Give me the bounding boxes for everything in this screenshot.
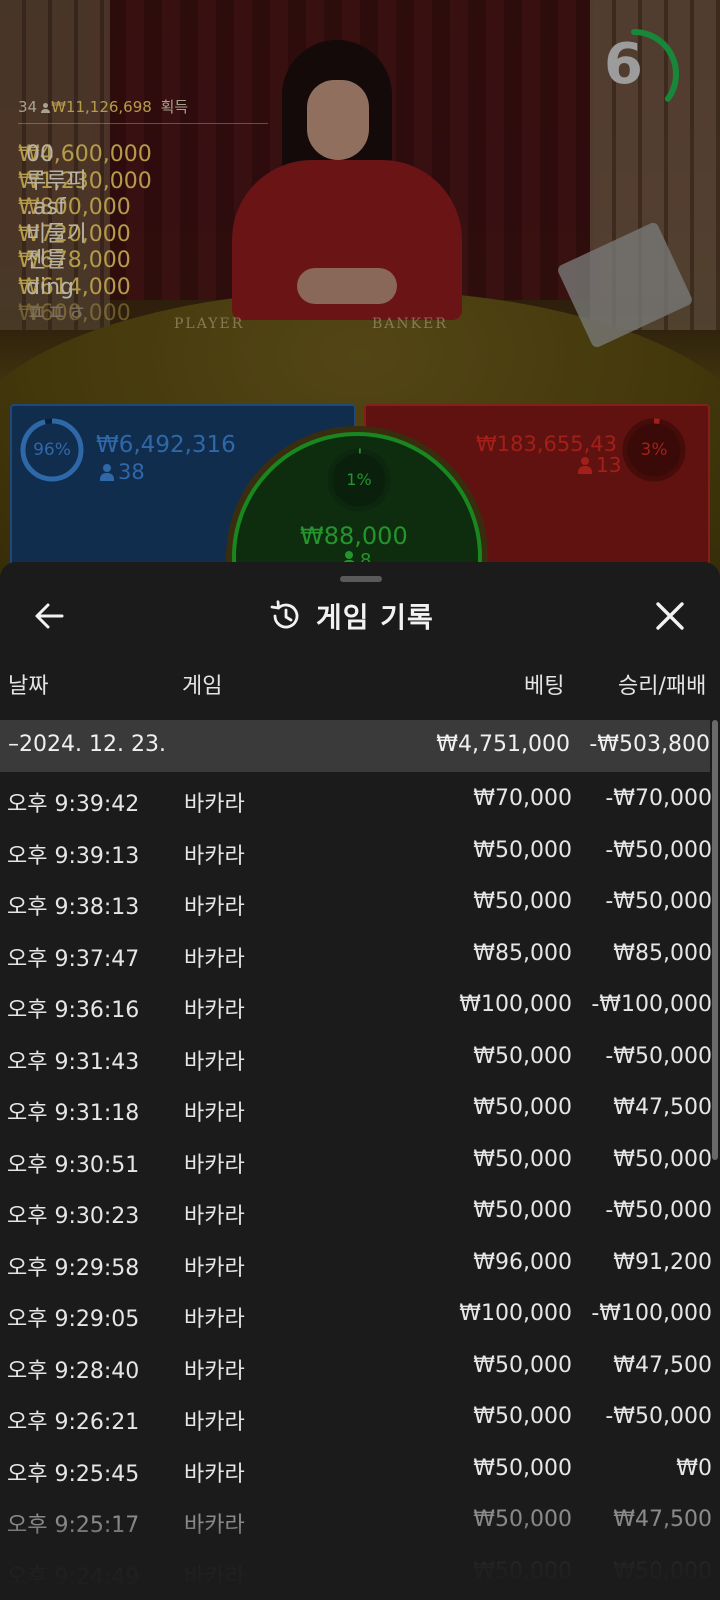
row-game: 바카라: [184, 792, 245, 817]
scrollbar[interactable]: [712, 720, 718, 1160]
row-result: ₩50,000: [613, 1146, 712, 1172]
arrow-left-icon: [35, 603, 64, 629]
group-total-bet: ₩4,751,000: [436, 732, 570, 757]
column-result: 승리/패배: [618, 674, 707, 699]
history-row[interactable]: 오후 9:31:18 바카라 ₩50,000 ₩47,500: [0, 1081, 712, 1133]
background-dim-overlay[interactable]: [0, 0, 720, 580]
row-time: 오후 9:31:18: [7, 1101, 140, 1126]
history-row[interactable]: 오후 9:39:13 바카라 ₩50,000 -₩50,000: [0, 824, 712, 876]
row-game: 바카라: [184, 1152, 245, 1178]
history-row[interactable]: 오후 9:30:51 바카라 ₩50,000 ₩50,000: [0, 1133, 712, 1185]
column-date: 날짜: [8, 674, 49, 699]
row-game: 바카라: [184, 1204, 245, 1229]
row-result: -₩50,000: [605, 1043, 712, 1069]
history-column-headers: 날짜 게임 베팅 승리/패배: [0, 660, 720, 704]
history-row[interactable]: 오후 9:26:21 바카라 ₩50,000 -₩50,000: [0, 1390, 712, 1442]
row-result: -₩50,000: [605, 889, 712, 914]
row-game: 바카라: [184, 946, 245, 972]
row-result: -₩100,000: [591, 992, 712, 1017]
row-game: 바카라: [184, 1307, 245, 1332]
history-row[interactable]: 오후 9:28:40 바카라 ₩50,000 ₩47,500: [0, 1339, 712, 1391]
row-bet: ₩50,000: [473, 1404, 572, 1429]
row-result: ₩47,500: [613, 1352, 712, 1378]
history-row[interactable]: 오후 9:30:23 바카라 ₩50,000 -₩50,000: [0, 1184, 712, 1236]
column-game: 게임: [182, 674, 223, 699]
row-time: 오후 9:37:47: [7, 946, 140, 972]
close-button[interactable]: [648, 594, 692, 638]
row-result: -₩50,000: [605, 837, 712, 863]
row-time: 오후 9:39:13: [7, 843, 140, 869]
history-row[interactable]: 오후 9:39:42 바카라 ₩70,000 -₩70,000: [0, 772, 712, 824]
history-row[interactable]: 오후 9:31:43 바카라 ₩50,000 -₩50,000: [0, 1030, 712, 1082]
row-time: 오후 9:28:40: [7, 1358, 140, 1384]
row-game: 바카라: [184, 1410, 245, 1435]
list-bottom-fade: [0, 1522, 720, 1600]
row-result: -₩100,000: [591, 1301, 712, 1326]
row-time: 오후 9:29:05: [7, 1307, 140, 1332]
row-game: 바카라: [184, 895, 245, 920]
history-row[interactable]: 오후 9:29:05 바카라 ₩100,000 -₩100,000: [0, 1287, 712, 1339]
row-bet: ₩100,000: [459, 992, 572, 1017]
row-bet: ₩70,000: [473, 786, 572, 811]
row-game: 바카라: [184, 1255, 245, 1281]
game-history-sheet: 게임 기록 날짜 게임 베팅 승리/패배 –2024. 12. 23. ₩4,7…: [0, 562, 720, 1600]
row-time: 오후 9:38:13: [7, 895, 140, 920]
close-icon: [656, 602, 684, 630]
history-list[interactable]: 오후 9:39:42 바카라 ₩70,000 -₩70,000 오후 9:39:13 바카…: [0, 772, 712, 1596]
row-time: 오후 9:31:43: [7, 1049, 140, 1075]
row-game: 바카라: [184, 1358, 245, 1384]
group-total-result: -₩503,800: [589, 732, 710, 757]
row-time: 오후 9:30:23: [7, 1204, 140, 1229]
sheet-drag-handle[interactable]: [340, 576, 382, 582]
row-time: 오후 9:30:51: [7, 1152, 140, 1178]
row-time: 오후 9:36:16: [7, 998, 140, 1023]
row-result: ₩0: [676, 1455, 712, 1481]
history-icon: [270, 600, 299, 629]
row-result: -₩50,000: [605, 1198, 712, 1223]
row-result: -₩50,000: [605, 1404, 712, 1429]
row-game: 바카라: [184, 843, 245, 869]
row-time: 오후 9:29:58: [7, 1255, 140, 1281]
row-game: 바카라: [184, 998, 245, 1023]
history-row[interactable]: 오후 9:38:13 바카라 ₩50,000 -₩50,000: [0, 875, 712, 927]
sheet-title-group: 게임 기록: [268, 594, 434, 638]
row-bet: ₩50,000: [473, 837, 572, 863]
history-row[interactable]: 오후 9:25:45 바카라 ₩50,000 ₩0: [0, 1442, 712, 1494]
row-game: 바카라: [184, 1101, 245, 1126]
row-time: 오후 9:25:45: [7, 1461, 140, 1487]
row-bet: ₩50,000: [473, 1043, 572, 1069]
row-result: ₩47,500: [613, 1095, 712, 1120]
row-game: 바카라: [184, 1049, 245, 1075]
row-result: ₩85,000: [613, 940, 712, 966]
row-bet: ₩50,000: [473, 1146, 572, 1172]
history-row[interactable]: 오후 9:37:47 바카라 ₩85,000 ₩85,000: [0, 927, 712, 979]
history-row[interactable]: 오후 9:36:16 바카라 ₩100,000 -₩100,000: [0, 978, 712, 1030]
row-bet: ₩50,000: [473, 1198, 572, 1223]
row-result: ₩91,200: [613, 1249, 712, 1275]
sheet-header: 게임 기록: [0, 586, 720, 656]
row-bet: ₩85,000: [473, 940, 572, 966]
row-bet: ₩100,000: [459, 1301, 572, 1326]
back-button[interactable]: [28, 594, 72, 638]
row-bet: ₩50,000: [473, 1095, 572, 1120]
date-group-row[interactable]: –2024. 12. 23. ₩4,751,000 -₩503,800: [0, 720, 710, 772]
row-time: 오후 9:39:42: [7, 792, 140, 817]
group-date: –2024. 12. 23.: [8, 732, 166, 757]
history-row[interactable]: 오후 9:29:58 바카라 ₩96,000 ₩91,200: [0, 1236, 712, 1288]
row-bet: ₩50,000: [473, 1455, 572, 1481]
row-result: -₩70,000: [605, 786, 712, 811]
sheet-title: 게임 기록: [316, 601, 434, 634]
row-bet: ₩50,000: [473, 889, 572, 914]
row-game: 바카라: [184, 1461, 245, 1487]
column-bet: 베팅: [524, 674, 565, 699]
row-time: 오후 9:26:21: [7, 1410, 140, 1435]
row-bet: ₩50,000: [473, 1352, 572, 1378]
row-bet: ₩96,000: [473, 1249, 572, 1275]
